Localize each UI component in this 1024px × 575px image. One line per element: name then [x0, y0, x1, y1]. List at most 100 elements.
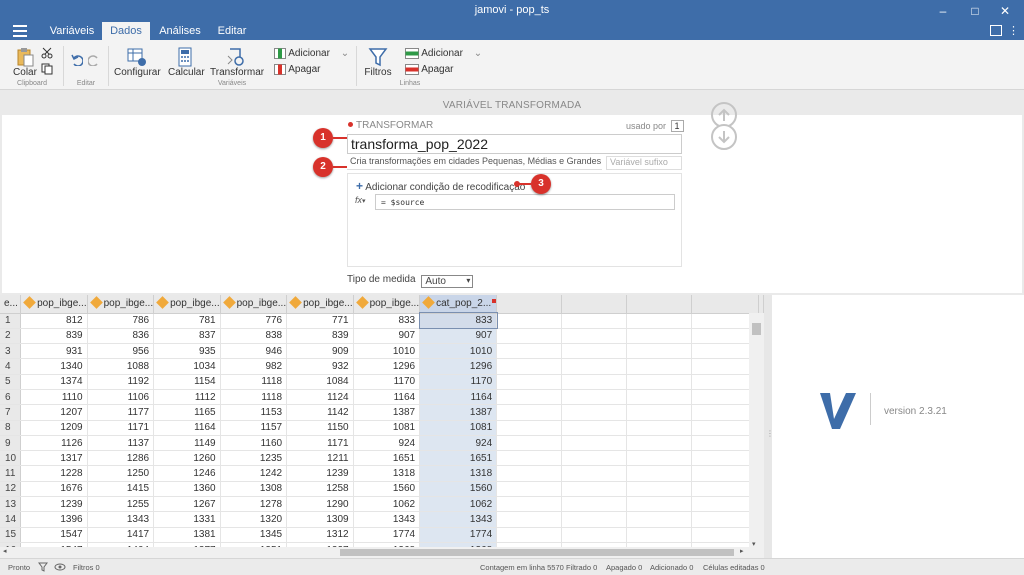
table-cell[interactable]: 839 — [286, 328, 354, 345]
empty-cell[interactable] — [496, 435, 563, 452]
transform-description-input[interactable]: Cria transformações em cidades Pequenas,… — [347, 156, 602, 170]
table-cell[interactable]: 1676 — [20, 481, 88, 498]
empty-cell[interactable] — [626, 358, 693, 375]
scroll-down-icon[interactable]: ▾ — [752, 540, 756, 548]
column-header[interactable]: pop_ibge... — [20, 295, 88, 314]
empty-cell[interactable] — [626, 450, 693, 467]
table-cell[interactable]: 1106 — [87, 389, 155, 406]
add-row-button[interactable]: Adicionar ⌄ — [405, 48, 482, 59]
empty-cell[interactable] — [626, 404, 693, 421]
empty-cell[interactable] — [561, 389, 628, 406]
column-header[interactable]: pop_ibge... — [353, 295, 421, 314]
table-cell[interactable]: 1296 — [353, 358, 421, 375]
table-cell[interactable]: 907 — [419, 328, 498, 345]
formula-input[interactable]: = $source — [375, 194, 675, 210]
table-cell[interactable]: 1343 — [87, 511, 155, 528]
table-cell[interactable]: 1170 — [419, 374, 498, 390]
table-cell[interactable]: 1177 — [87, 404, 155, 421]
empty-cell[interactable] — [626, 420, 693, 436]
row-number[interactable]: 12 — [0, 481, 22, 498]
tab-data[interactable]: Dados — [102, 22, 150, 40]
empty-cell[interactable] — [626, 527, 693, 543]
eye-icon[interactable] — [54, 562, 66, 572]
empty-cell[interactable] — [496, 328, 563, 345]
table-cell[interactable]: 786 — [87, 313, 155, 329]
table-cell[interactable]: 1308 — [220, 481, 288, 498]
table-cell[interactable]: 946 — [220, 343, 288, 360]
empty-cell[interactable] — [561, 450, 628, 467]
table-cell[interactable]: 1255 — [87, 496, 155, 513]
arrow-down-button[interactable] — [711, 124, 737, 150]
vertical-scrollbar[interactable]: ▾ — [749, 313, 764, 558]
empty-cell[interactable] — [561, 328, 628, 345]
cut-icon[interactable] — [41, 47, 53, 59]
row-number[interactable]: 1 — [0, 313, 22, 329]
table-cell[interactable]: 1312 — [286, 527, 354, 543]
table-cell[interactable]: 1164 — [153, 420, 221, 436]
table-cell[interactable]: 1360 — [153, 481, 221, 498]
empty-cell[interactable] — [626, 435, 693, 452]
empty-cell[interactable] — [496, 358, 563, 375]
empty-cell[interactable] — [496, 313, 563, 329]
table-cell[interactable]: 776 — [220, 313, 288, 329]
empty-column-header[interactable] — [758, 295, 764, 314]
column-header[interactable]: pop_ibge... — [286, 295, 354, 314]
empty-column-header[interactable] — [496, 295, 563, 314]
table-cell[interactable]: 1774 — [419, 527, 498, 543]
table-cell[interactable]: 1309 — [286, 511, 354, 528]
table-cell[interactable]: 1010 — [419, 343, 498, 360]
table-cell[interactable]: 1560 — [419, 481, 498, 498]
table-cell[interactable]: 956 — [87, 343, 155, 360]
empty-cell[interactable] — [626, 343, 693, 360]
table-cell[interactable]: 1084 — [286, 374, 354, 390]
add-variable-button[interactable]: Adicionar ⌄ — [274, 48, 349, 59]
row-number[interactable]: 6 — [0, 389, 22, 406]
table-cell[interactable]: 1242 — [220, 465, 288, 482]
table-cell[interactable]: 1170 — [353, 374, 421, 390]
table-cell[interactable]: 1126 — [20, 435, 88, 452]
table-cell[interactable]: 833 — [418, 311, 498, 330]
empty-cell[interactable] — [561, 313, 628, 329]
table-cell[interactable]: 1124 — [286, 389, 354, 406]
empty-cell[interactable] — [561, 465, 628, 482]
table-cell[interactable]: 839 — [20, 328, 88, 345]
transform-button[interactable]: Transformar — [210, 47, 264, 78]
column-header[interactable]: pop_ibge... — [153, 295, 221, 314]
empty-cell[interactable] — [561, 481, 628, 498]
table-cell[interactable]: 812 — [20, 313, 88, 329]
row-number[interactable]: 11 — [0, 465, 22, 482]
row-number[interactable]: 10 — [0, 450, 22, 467]
table-cell[interactable]: 1118 — [220, 389, 288, 406]
setup-button[interactable]: Configurar — [114, 47, 161, 78]
empty-cell[interactable] — [496, 527, 563, 543]
column-header-selected[interactable]: cat_pop_2... — [419, 295, 498, 314]
row-number[interactable]: 13 — [0, 496, 22, 513]
table-cell[interactable]: 1318 — [419, 465, 498, 482]
table-cell[interactable]: 771 — [286, 313, 354, 329]
row-number[interactable]: 3 — [0, 343, 22, 360]
table-cell[interactable]: 1547 — [20, 527, 88, 543]
table-cell[interactable]: 1260 — [153, 450, 221, 467]
table-cell[interactable]: 1286 — [87, 450, 155, 467]
table-cell[interactable]: 1340 — [20, 358, 88, 375]
table-cell[interactable]: 1228 — [20, 465, 88, 482]
delete-row-button[interactable]: Apagar — [405, 64, 453, 75]
table-cell[interactable]: 1343 — [353, 511, 421, 528]
filters-button[interactable]: Filtros — [364, 47, 392, 78]
measure-type-select[interactable]: Auto ▾ — [421, 275, 474, 288]
table-cell[interactable]: 1296 — [419, 358, 498, 375]
empty-cell[interactable] — [561, 374, 628, 390]
table-cell[interactable]: 1343 — [419, 511, 498, 528]
empty-cell[interactable] — [561, 404, 628, 421]
horizontal-scrollbar[interactable]: ◂ ▸ — [0, 547, 749, 558]
table-cell[interactable]: 1062 — [419, 496, 498, 513]
empty-cell[interactable] — [496, 343, 563, 360]
empty-cell[interactable] — [561, 358, 628, 375]
table-cell[interactable]: 1235 — [220, 450, 288, 467]
results-mode-icon[interactable] — [990, 25, 1002, 36]
table-cell[interactable]: 1239 — [20, 496, 88, 513]
table-cell[interactable]: 932 — [286, 358, 354, 375]
table-cell[interactable]: 1110 — [20, 389, 88, 406]
table-cell[interactable]: 935 — [153, 343, 221, 360]
empty-cell[interactable] — [496, 420, 563, 436]
